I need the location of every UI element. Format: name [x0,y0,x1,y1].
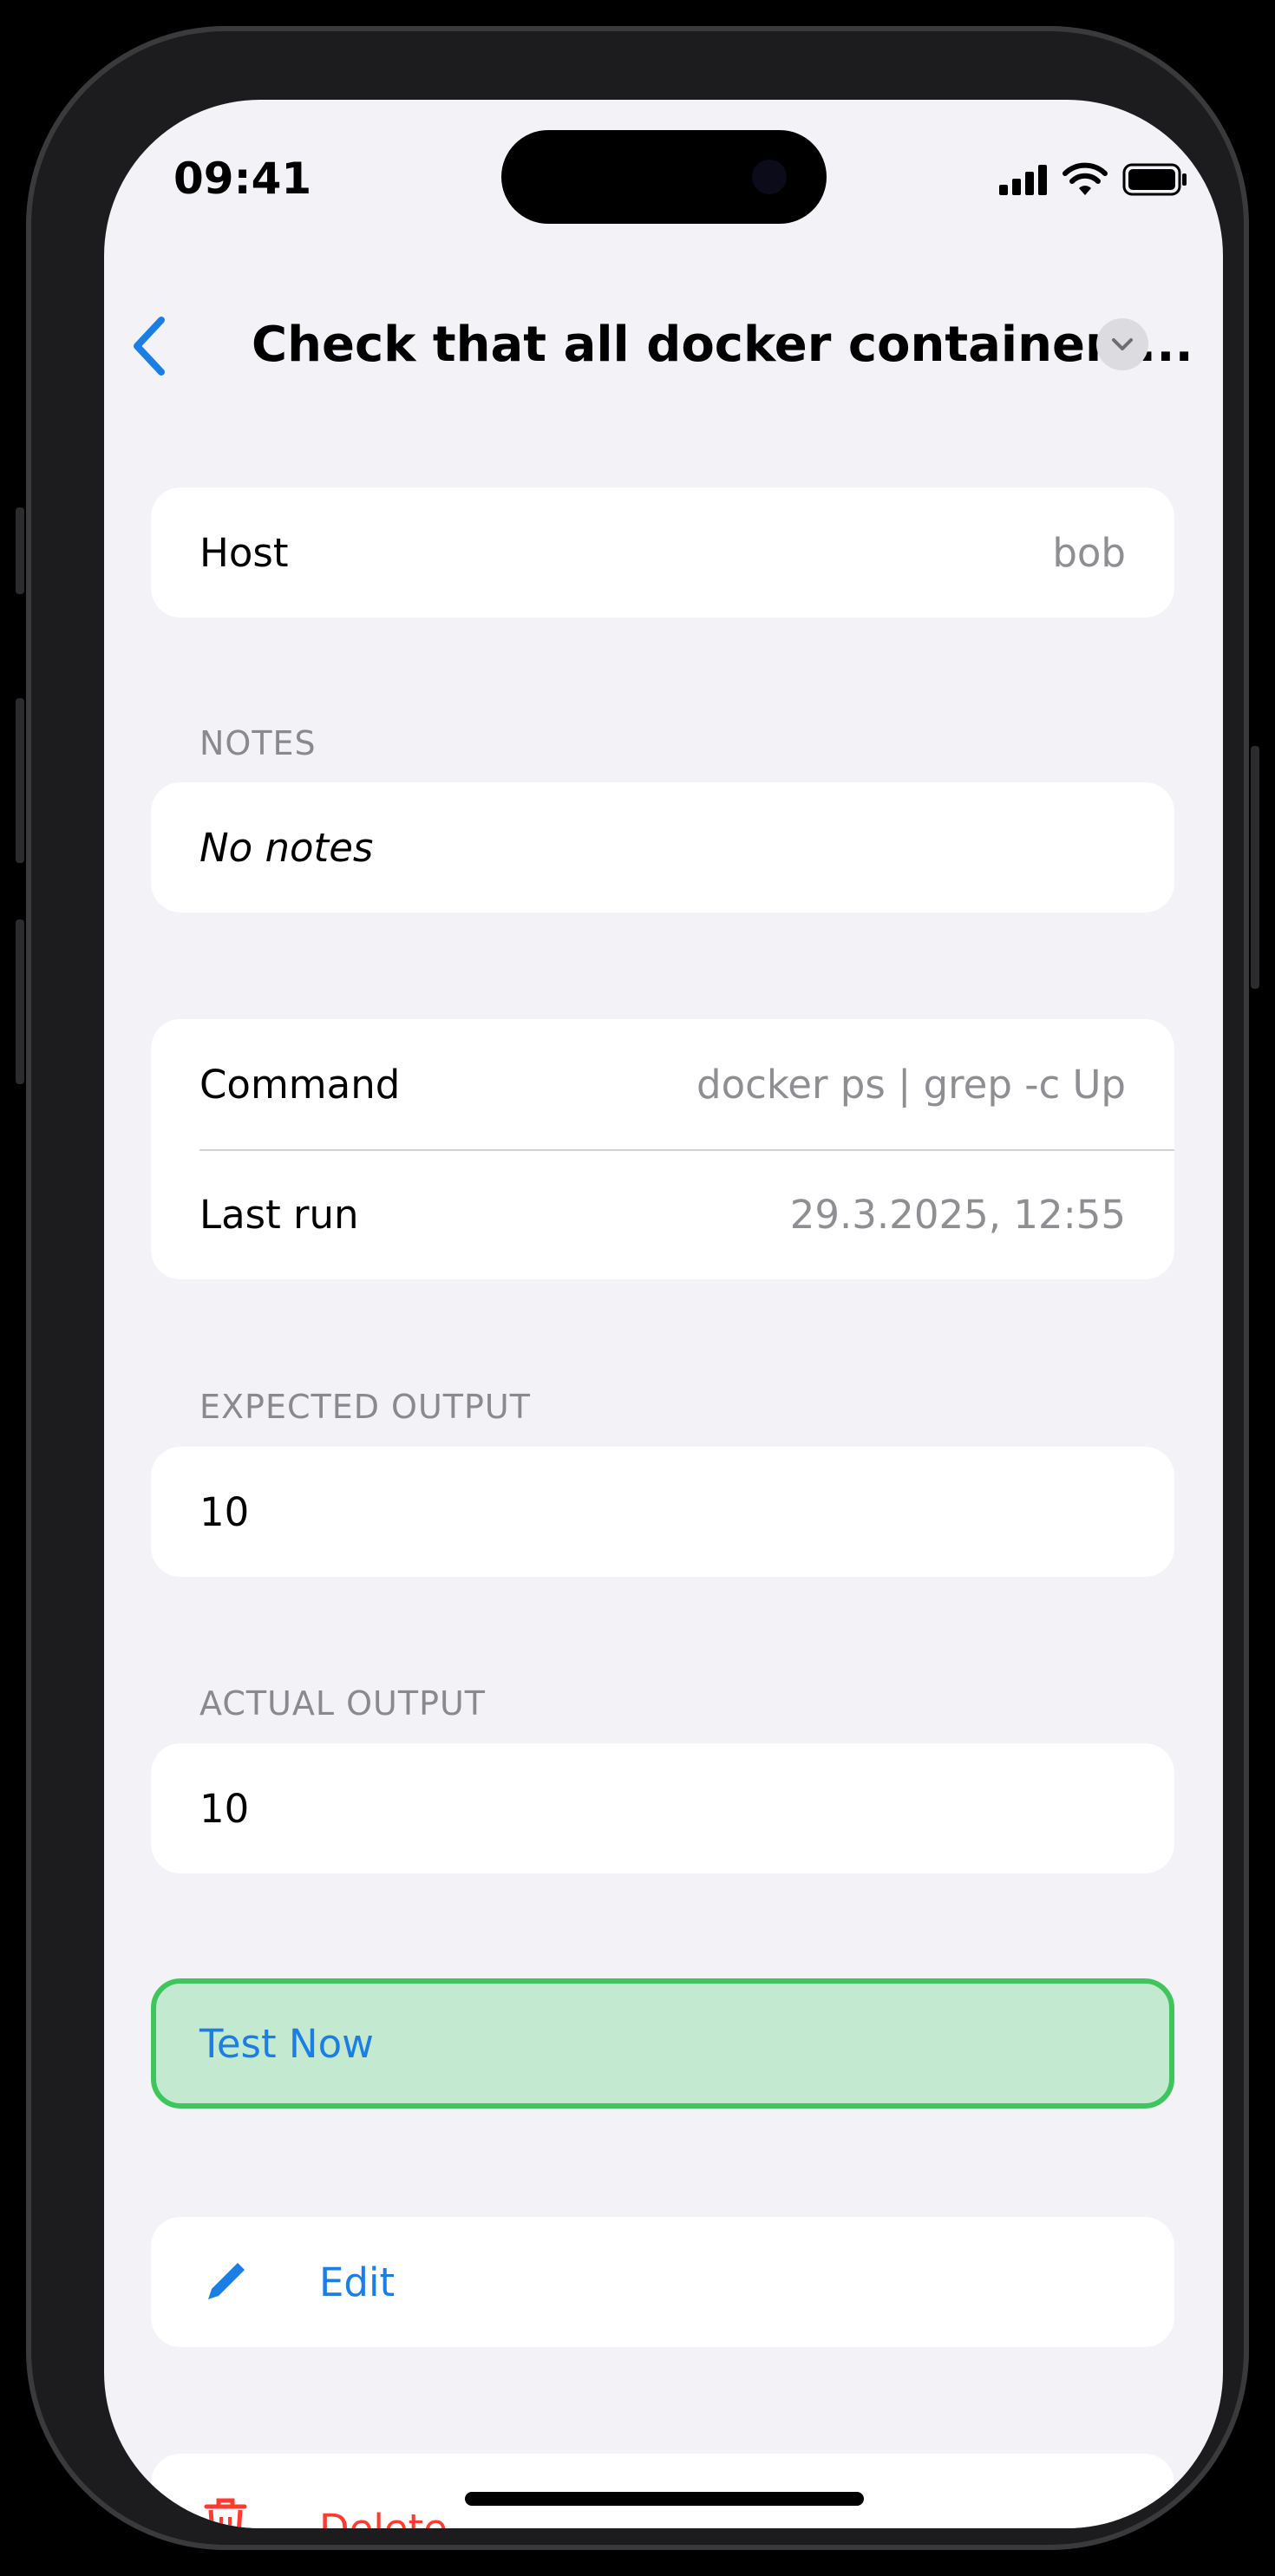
test-now-button[interactable]: Test Now [151,1978,1174,2109]
camera-icon [752,160,787,194]
actual-output-header: ACTUAL OUTPUT [199,1684,487,1723]
edit-label: Edit [319,2259,396,2305]
actual-output-value: 10 [199,1785,250,1832]
power-button [1251,746,1259,989]
expected-output-value: 10 [199,1488,250,1535]
trash-icon [199,2497,269,2528]
battery-icon [1122,163,1187,196]
command-value: docker ps | grep -c Up [696,1061,1126,1108]
command-row[interactable]: Command docker ps | grep -c Up [151,1019,1174,1149]
home-indicator[interactable] [465,2492,864,2506]
expected-output-header: EXPECTED OUTPUT [199,1388,531,1426]
details-card: Command docker ps | grep -c Up Last run … [151,1019,1174,1279]
expected-output-row[interactable]: 10 [151,1447,1174,1577]
wifi-icon [1062,162,1108,195]
pencil-icon [199,2256,269,2308]
notes-row[interactable]: No notes [151,782,1174,912]
back-button[interactable] [123,311,175,381]
delete-card: Delete [151,2454,1174,2528]
page-title[interactable]: Check that all docker containers... [252,317,1193,373]
volume-down-button [16,919,24,1084]
delete-button[interactable]: Delete [151,2454,1174,2528]
screen: 09:41 Check that all docker containers..… [104,100,1223,2528]
actual-output-card: 10 [151,1743,1174,1873]
host-value: bob [1052,529,1126,576]
action-button [16,507,24,594]
host-row[interactable]: Host bob [151,487,1174,618]
host-card: Host bob [151,487,1174,618]
notes-card: No notes [151,782,1174,912]
status-time: 09:41 [173,154,312,204]
cellular-signal-icon [999,165,1047,195]
status-icons [999,162,1188,197]
edit-button[interactable]: Edit [151,2217,1174,2347]
last-run-value: 29.3.2025, 12:55 [789,1191,1126,1238]
dynamic-island [501,130,827,224]
notes-value: No notes [199,824,374,871]
chevron-left-icon [134,317,165,376]
phone-frame: 09:41 Check that all docker containers..… [16,26,1259,2550]
edit-card: Edit [151,2217,1174,2347]
actual-output-row[interactable]: 10 [151,1743,1174,1873]
navigation-bar: Check that all docker containers... [104,291,1223,386]
title-menu-button[interactable] [1096,318,1148,370]
notes-header: NOTES [199,724,317,762]
delete-label: Delete [319,2506,448,2528]
volume-up-button [16,698,24,863]
last-run-label: Last run [199,1191,359,1238]
last-run-row[interactable]: Last run 29.3.2025, 12:55 [151,1149,1174,1279]
expected-output-card: 10 [151,1447,1174,1577]
command-label: Command [199,1061,401,1108]
host-label: Host [199,529,289,576]
chevron-down-icon [1112,338,1133,350]
